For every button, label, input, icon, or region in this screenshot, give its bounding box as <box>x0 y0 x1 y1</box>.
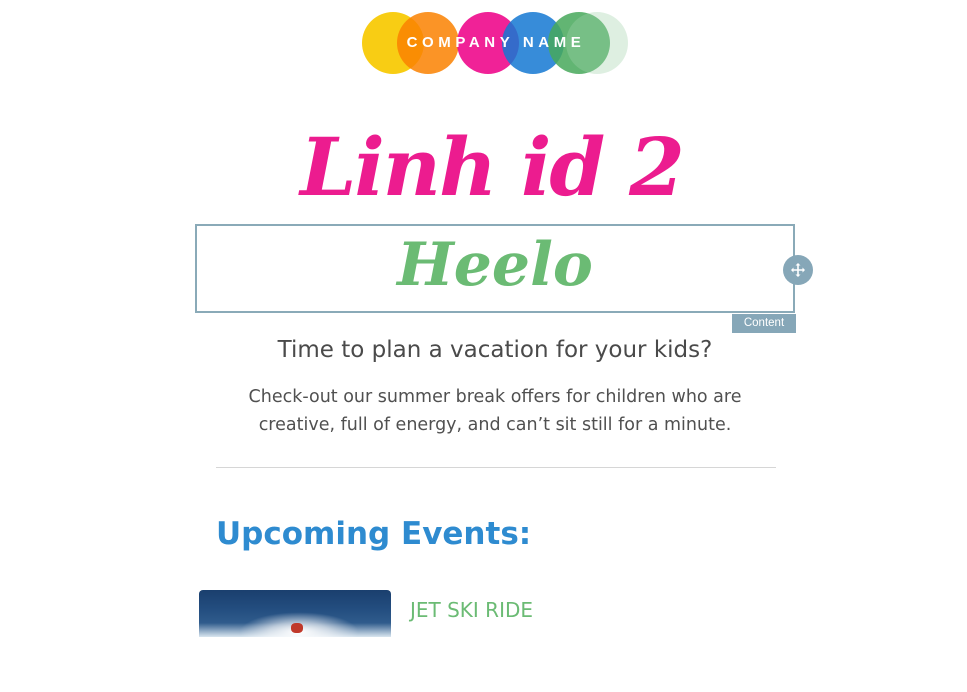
content-block-label[interactable]: Content <box>732 314 796 333</box>
events-heading[interactable]: Upcoming Events: <box>216 516 531 552</box>
intro-description[interactable]: Check-out our summer break offers for ch… <box>230 383 760 439</box>
jet-ski-rider <box>291 623 303 633</box>
event-title[interactable]: JET SKI RIDE <box>410 598 533 622</box>
editable-heading[interactable]: Heelo <box>197 230 793 300</box>
content-block-selected[interactable]: Heelo <box>195 224 795 313</box>
company-logo: COMPANY NAME <box>362 11 630 75</box>
intro-subtitle[interactable]: Time to plan a vacation for your kids? <box>0 337 967 363</box>
page-title[interactable]: Linh id 2 <box>0 120 967 214</box>
jet-ski-image[interactable] <box>199 590 391 637</box>
move-arrows-icon[interactable] <box>783 255 813 285</box>
section-divider <box>216 467 776 468</box>
logo-text: COMPANY NAME <box>406 34 586 51</box>
